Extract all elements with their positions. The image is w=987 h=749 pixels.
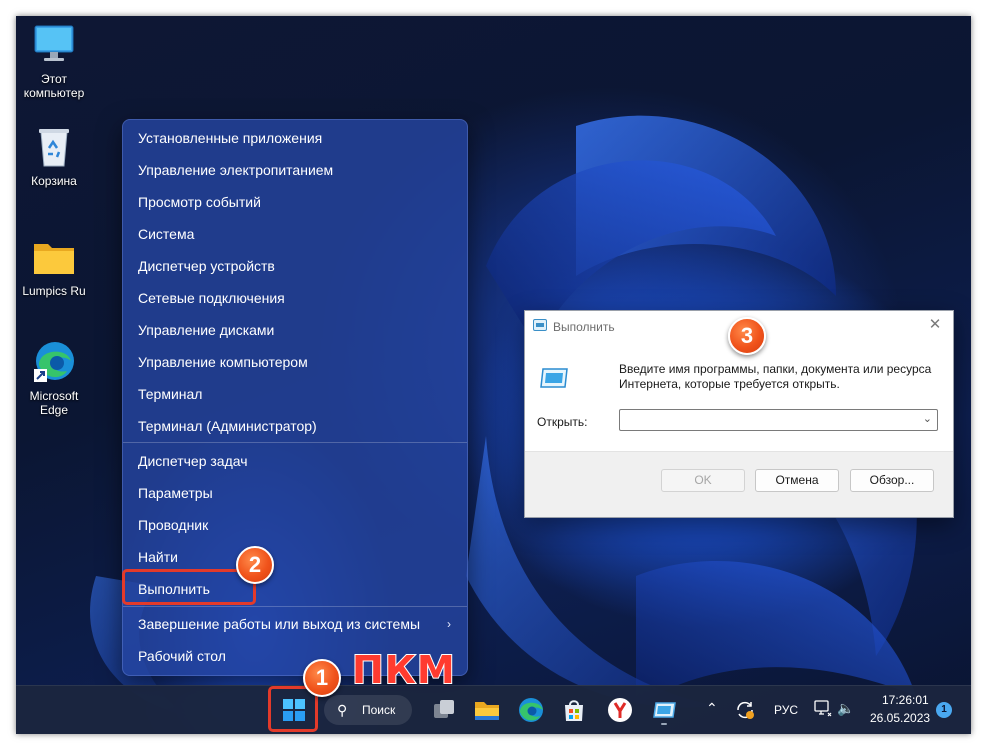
menu-item-label: Параметры xyxy=(138,485,213,501)
search-label: Поиск xyxy=(362,703,396,717)
close-icon[interactable]: ✕ xyxy=(925,315,945,335)
menu-item-label: Терминал (Администратор) xyxy=(138,418,317,434)
menu-item-label: Терминал xyxy=(138,386,203,402)
clock-date[interactable]: 26.05.2023 xyxy=(870,711,930,725)
menu-item-label: Просмотр событий xyxy=(138,194,261,210)
desktop-icon-label: Lumpics Ru xyxy=(22,284,86,298)
clock-time[interactable]: 17:26:01 xyxy=(882,693,929,707)
menu-separator xyxy=(123,606,467,607)
menu-item-label: Завершение работы или выход из системы xyxy=(138,616,421,632)
sync-icon[interactable] xyxy=(734,699,756,726)
step-badge-1: 1 xyxy=(303,659,341,697)
run-title-icon xyxy=(533,319,547,331)
yandex-browser-icon[interactable] xyxy=(604,694,636,726)
run-dialog-footer: OK Отмена Обзор... xyxy=(525,451,953,517)
run-item-highlight xyxy=(122,569,256,605)
edge-taskbar-icon[interactable] xyxy=(515,694,547,726)
task-view-icon[interactable] xyxy=(428,694,460,726)
menu-item-terminal-admin[interactable]: Терминал (Администратор) xyxy=(138,413,457,439)
menu-item-file-explorer[interactable]: Проводник xyxy=(138,512,457,538)
notification-badge[interactable]: 1 xyxy=(936,702,952,718)
menu-item-network-connections[interactable]: Сетевые подключения xyxy=(138,285,457,311)
menu-item-settings[interactable]: Параметры xyxy=(138,480,457,506)
menu-item-terminal[interactable]: Терминал xyxy=(138,381,457,407)
menu-item-label: Проводник xyxy=(138,517,209,533)
menu-item-shutdown[interactable]: Завершение работы или выход из системы › xyxy=(138,611,457,637)
desktop-icon-this-pc[interactable]: Этот компьютер xyxy=(16,22,92,100)
taskbar-search[interactable]: ⚲ Поиск xyxy=(324,695,412,725)
desktop-icon-edge[interactable]: Microsoft Edge xyxy=(16,339,92,417)
menu-item-label: Диспетчер устройств xyxy=(138,258,275,274)
chevron-down-icon[interactable]: ⌄ xyxy=(923,412,932,425)
menu-item-label: Найти xyxy=(138,549,178,565)
run-taskbar-icon[interactable] xyxy=(648,694,680,726)
monitor-icon xyxy=(31,22,77,68)
edge-icon xyxy=(31,339,77,385)
file-explorer-icon[interactable] xyxy=(471,694,503,726)
volume-icon[interactable]: 🔈 xyxy=(837,700,854,717)
menu-item-computer-management[interactable]: Управление компьютером xyxy=(138,349,457,375)
language-indicator[interactable]: РУС xyxy=(774,703,798,717)
menu-item-task-manager[interactable]: Диспетчер задач xyxy=(138,448,457,474)
desktop-icon-label: Этот xyxy=(41,72,67,86)
menu-item-search[interactable]: Найти xyxy=(138,544,457,570)
desktop-icon-recycle-bin[interactable]: Корзина xyxy=(16,124,92,188)
desktop-screen: Этот компьютер Корзина Lumpics Ru Micros… xyxy=(16,16,971,734)
menu-item-event-viewer[interactable]: Просмотр событий xyxy=(138,189,457,215)
menu-item-label: Сетевые подключения xyxy=(138,290,285,306)
right-click-label: ПКМ xyxy=(351,647,456,693)
folder-icon xyxy=(31,234,77,280)
run-dialog-message: Введите имя программы, папки, документа … xyxy=(619,362,932,391)
menu-item-label: Установленные приложения xyxy=(138,130,323,146)
menu-item-label: Управление дисками xyxy=(138,322,275,338)
menu-item-system[interactable]: Система xyxy=(138,221,457,247)
open-combobox[interactable]: ⌄ xyxy=(619,409,938,431)
menu-item-disk-management[interactable]: Управление дисками xyxy=(138,317,457,343)
taskbar: ⚲ Поиск ⌃ РУС 🔈 17:26:01 26.05.2023 1 xyxy=(16,685,971,734)
menu-item-label: Управление компьютером xyxy=(138,354,308,370)
desktop-icon-folder[interactable]: Lumpics Ru xyxy=(16,234,92,298)
menu-item-power-options[interactable]: Управление электропитанием xyxy=(138,157,457,183)
run-dialog-title: Выполнить xyxy=(553,320,615,334)
menu-item-label: Система xyxy=(138,226,195,242)
search-icon: ⚲ xyxy=(337,702,348,718)
menu-item-installed-apps[interactable]: Установленные приложения xyxy=(138,125,457,151)
open-label: Открыть: xyxy=(537,415,588,429)
cancel-button[interactable]: Отмена xyxy=(755,469,839,492)
run-app-icon xyxy=(540,368,568,388)
desktop-icon-label: Microsoft xyxy=(29,389,79,403)
desktop-icon-label: Корзина xyxy=(31,174,77,188)
store-icon[interactable] xyxy=(558,694,590,726)
network-icon[interactable] xyxy=(814,699,832,724)
menu-separator xyxy=(123,442,467,443)
chevron-up-icon[interactable]: ⌃ xyxy=(706,700,718,717)
recycle-bin-icon xyxy=(31,124,77,170)
menu-item-label: Управление электропитанием xyxy=(138,162,334,178)
menu-item-label: Диспетчер задач xyxy=(138,453,248,469)
ok-button[interactable]: OK xyxy=(661,469,745,492)
menu-item-label: Рабочий стол xyxy=(138,648,226,664)
desktop-icon-label: компьютер xyxy=(23,86,85,100)
browse-button[interactable]: Обзор... xyxy=(850,469,934,492)
step-badge-2: 2 xyxy=(236,546,274,584)
desktop-icon-label: Edge xyxy=(39,403,69,417)
step-badge-3: 3 xyxy=(728,317,766,355)
chevron-right-icon: › xyxy=(447,617,451,631)
menu-item-device-manager[interactable]: Диспетчер устройств xyxy=(138,253,457,279)
